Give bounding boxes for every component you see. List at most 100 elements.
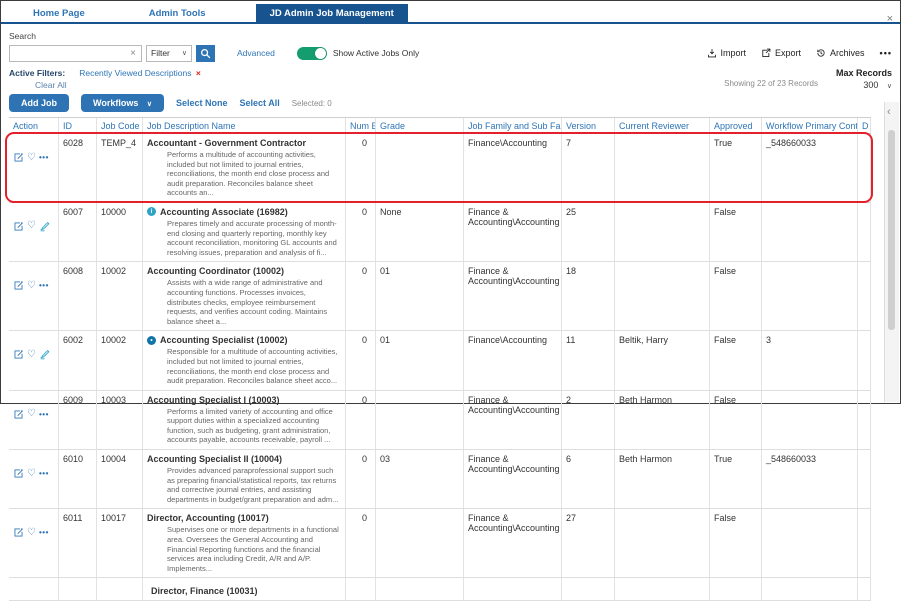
active-filters-row: Active Filters: Recently Viewed Descript…	[9, 68, 892, 90]
select-none-link[interactable]: Select None	[176, 98, 228, 108]
workflow-primary-contact	[762, 262, 858, 331]
workflow-pen-icon[interactable]	[39, 221, 50, 232]
col-truncated[interactable]: D	[858, 118, 871, 133]
job-name[interactable]: Director, Accounting (10017)	[147, 513, 341, 523]
export-button[interactable]: Export	[761, 48, 801, 58]
edit-icon[interactable]	[13, 527, 24, 538]
filter-dropdown[interactable]: Filter ∨	[146, 44, 192, 62]
favorite-heart-icon[interactable]: ♡	[27, 468, 36, 479]
more-actions-icon[interactable]: •••	[39, 153, 49, 162]
tab-home-page[interactable]: Home Page	[19, 4, 99, 22]
more-actions-icon[interactable]: •••	[39, 469, 49, 478]
favorite-heart-icon[interactable]: ♡	[27, 280, 36, 291]
num-ees: 0	[346, 390, 376, 450]
table-row-partial[interactable]: Director, Finance (10031)	[9, 578, 871, 601]
favorite-heart-icon[interactable]: ♡	[27, 221, 36, 231]
edit-icon[interactable]	[13, 468, 24, 479]
col-version[interactable]: Version	[562, 118, 615, 133]
edit-icon[interactable]	[13, 409, 24, 420]
job-family: Finance & Accounting\Accounting	[464, 450, 562, 509]
job-name[interactable]: Accountant - Government Contractor	[147, 138, 341, 148]
edit-icon[interactable]	[13, 152, 24, 163]
job-name[interactable]: Director, Finance (10031)	[147, 582, 341, 598]
num-ees: 0	[346, 450, 376, 509]
remove-filter-icon[interactable]: ×	[196, 68, 201, 78]
record-count: Showing 22 of 23 Records	[724, 79, 818, 88]
workflow-primary-contact: _548660033	[762, 450, 858, 509]
import-button[interactable]: Import	[707, 48, 747, 58]
num-ees: 0	[346, 202, 376, 262]
col-num-ees[interactable]: Num EEs	[346, 118, 376, 133]
table-row[interactable]: ♡ 6002 10002 • Accounting Specialist (10…	[9, 331, 871, 391]
col-id[interactable]: ID	[59, 118, 97, 133]
job-name[interactable]: • Accounting Specialist (10002)	[147, 335, 341, 345]
add-job-button[interactable]: Add Job	[9, 94, 69, 112]
job-code: TEMP_4	[97, 134, 143, 202]
archives-button[interactable]: Archives	[816, 48, 865, 58]
select-all-link[interactable]: Select All	[240, 98, 280, 108]
filter-chip[interactable]: Recently Viewed Descriptions ×	[79, 68, 201, 78]
table-row[interactable]: ♡ ••• 6008 10002 Accounting Coordinator …	[9, 262, 871, 332]
more-options-icon[interactable]: •••	[880, 48, 892, 58]
current-reviewer: Beth Harmon	[615, 450, 710, 509]
jobs-table: Action ID Job Code Job Description Name …	[5, 117, 873, 601]
search-input[interactable]	[14, 47, 130, 59]
job-code: 10002	[97, 262, 143, 331]
current-reviewer: Beltik, Harry	[615, 331, 710, 390]
workflows-button[interactable]: Workflows ∨	[81, 94, 164, 112]
version: 6	[562, 450, 615, 509]
job-family: Finance\Accounting	[464, 331, 562, 390]
workflow-primary-contact: _548660033	[762, 134, 858, 202]
tab-jd-admin-job-management[interactable]: JD Admin Job Management	[255, 4, 408, 22]
col-action[interactable]: Action	[9, 118, 59, 133]
num-ees: 0	[346, 509, 376, 578]
more-actions-icon[interactable]: •••	[39, 281, 49, 290]
col-job-family[interactable]: Job Family and Sub Family	[464, 118, 562, 133]
table-row[interactable]: ♡ 6007 10000 i Accounting Associate (169…	[9, 202, 871, 263]
more-actions-icon[interactable]: •••	[39, 410, 49, 419]
favorite-heart-icon[interactable]: ♡	[27, 152, 36, 163]
col-approved[interactable]: Approved	[710, 118, 762, 133]
job-family: Finance & Accounting\Accounting	[464, 202, 562, 262]
job-name[interactable]: i Accounting Associate (16982)	[147, 207, 341, 217]
clear-all-link[interactable]: Clear All	[35, 80, 201, 90]
table-row[interactable]: ♡ ••• 6011 10017 Director, Accounting (1…	[9, 509, 871, 579]
search-button[interactable]	[196, 44, 215, 62]
import-label: Import	[720, 48, 747, 58]
max-records-dropdown[interactable]: 300 ∨	[863, 80, 892, 90]
table-row[interactable]: ♡ ••• 6009 10003 Accounting Specialist I…	[9, 390, 871, 451]
favorite-heart-icon[interactable]: ♡	[27, 409, 36, 419]
col-job-code[interactable]: Job Code	[97, 118, 143, 133]
clear-search-icon[interactable]: ×	[129, 48, 137, 59]
job-id: 6028	[59, 134, 97, 202]
workflow-pen-icon[interactable]	[39, 349, 50, 360]
toggle-knob	[314, 47, 326, 59]
job-name[interactable]: Accounting Coordinator (10002)	[147, 266, 341, 276]
edit-icon[interactable]	[13, 221, 24, 232]
favorite-heart-icon[interactable]: ♡	[27, 349, 36, 360]
col-workflow-primary-contact[interactable]: Workflow Primary Contact	[762, 118, 858, 133]
tab-admin-tools[interactable]: Admin Tools	[135, 4, 220, 22]
job-id: 6008	[59, 262, 97, 331]
edit-icon[interactable]	[13, 349, 24, 360]
edit-icon[interactable]	[13, 280, 24, 291]
advanced-link[interactable]: Advanced	[237, 48, 275, 58]
job-code: 10004	[97, 450, 143, 509]
job-name[interactable]: Accounting Specialist II (10004)	[147, 454, 341, 464]
table-row[interactable]: ♡ ••• 6010 10004 Accounting Specialist I…	[9, 450, 871, 510]
col-job-description-name[interactable]: Job Description Name	[143, 118, 346, 133]
favorite-heart-icon[interactable]: ♡	[27, 527, 36, 538]
vertical-scrollbar[interactable]	[888, 130, 895, 330]
col-grade[interactable]: Grade	[376, 118, 464, 133]
approved: False	[710, 262, 762, 331]
job-description: Provides advanced paraprofessional suppo…	[167, 466, 339, 504]
collapse-panel-chevron-icon[interactable]: ‹	[887, 106, 891, 118]
close-icon[interactable]: ×	[887, 14, 893, 25]
show-active-jobs-toggle[interactable]	[296, 46, 327, 60]
col-current-reviewer[interactable]: Current Reviewer	[615, 118, 710, 133]
tab-bar: Home Page Admin Tools JD Admin Job Manag…	[1, 1, 900, 24]
more-actions-icon[interactable]: •••	[39, 528, 49, 537]
table-row[interactable]: ♡ ••• 6028 TEMP_4 Accountant - Governmen…	[5, 132, 873, 203]
job-name[interactable]: Accounting Specialist I (10003)	[147, 395, 341, 405]
export-label: Export	[775, 48, 802, 58]
